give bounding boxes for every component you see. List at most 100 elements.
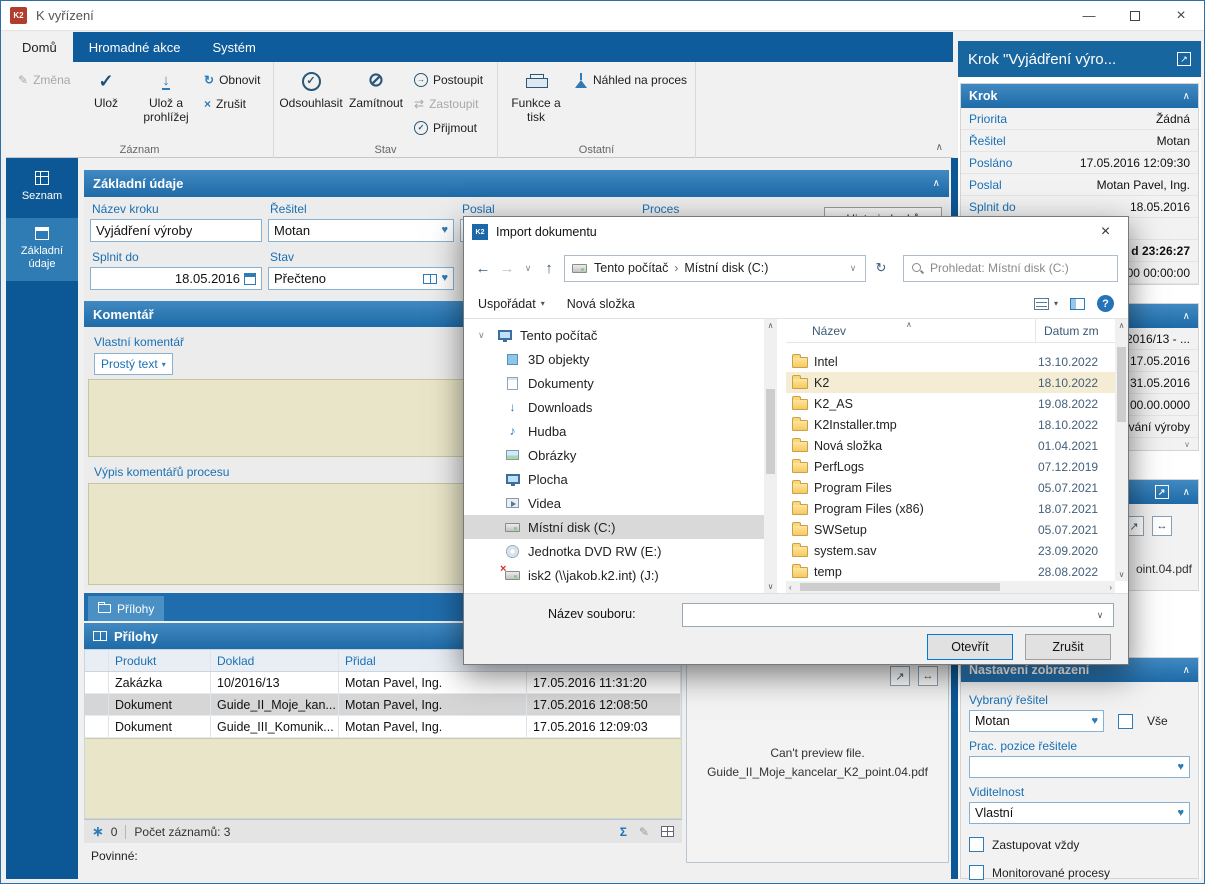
file-list-scrollbar[interactable]: ∧ ∨: [1115, 319, 1128, 581]
scroll-up-icon[interactable]: ∧: [764, 321, 777, 330]
ribbon-collapse-chevron[interactable]: ∧: [936, 142, 943, 153]
postoupit-button[interactable]: → Postoupit: [414, 70, 483, 90]
tree-item-3d-objects[interactable]: 3D objekty: [464, 347, 764, 371]
collapse-chevron-icon[interactable]: ∧: [1183, 91, 1190, 102]
fit-width-button[interactable]: ↔: [1152, 516, 1172, 536]
file-row[interactable]: temp28.08.2022: [786, 561, 1115, 581]
prijmout-button[interactable]: ✓ Přijmout: [414, 118, 477, 138]
refresh-button[interactable]: ↻: [872, 260, 890, 276]
tab-prilohy[interactable]: Přílohy: [88, 596, 164, 621]
maximize-button[interactable]: [1112, 1, 1158, 30]
file-row[interactable]: Intel13.10.2022: [786, 351, 1115, 372]
scroll-down-icon[interactable]: ∨: [1115, 570, 1128, 579]
view-mode-button[interactable]: ▾: [1034, 298, 1058, 310]
tree-item-network-drive[interactable]: isk2 (\\jakob.k2.int) (J:): [464, 563, 764, 587]
attachment-row-selected[interactable]: Dokument Guide_II_Moje_kan... Motan Pave…: [85, 694, 681, 716]
sidebar-item-zakladni-udaje[interactable]: Základní údaje: [6, 218, 78, 280]
lookup-icon[interactable]: ♥: [441, 225, 448, 236]
splnit-do-field[interactable]: 18.05.2016: [90, 267, 262, 290]
zmena-button[interactable]: ✎ Změna: [18, 70, 70, 90]
combo-dropdown-icon[interactable]: ∨: [1091, 610, 1109, 621]
prac-pozice-select[interactable]: ♥: [969, 756, 1190, 778]
sidebar-item-seznam[interactable]: Seznam: [6, 162, 78, 212]
fit-width-button[interactable]: ↔: [918, 666, 938, 686]
attachment-row[interactable]: Zakázka 10/2016/13 Motan Pavel, Ing. 17.…: [85, 672, 681, 694]
column-date-modified[interactable]: Datum zm: [1036, 319, 1115, 342]
attachment-row[interactable]: Dokument Guide_III_Komunik... Motan Pave…: [85, 716, 681, 738]
zamitnout-button[interactable]: ⊘ Zamítnout: [344, 64, 408, 111]
collapse-chevron-icon[interactable]: ∧: [933, 178, 940, 189]
zastoupit-button[interactable]: ⇄ Zastoupit: [414, 94, 478, 114]
undock-icon[interactable]: ↗: [1155, 485, 1169, 499]
breadcrumb-current[interactable]: Místní disk (C:): [684, 261, 768, 275]
tree-item-dvd-drive[interactable]: Jednotka DVD RW (E:): [464, 539, 764, 563]
tab-hromadne-akce[interactable]: Hromadné akce: [73, 32, 197, 62]
column-doklad[interactable]: Doklad: [211, 650, 339, 671]
scrollbar-thumb[interactable]: [1117, 347, 1126, 422]
tree-item-documents[interactable]: Dokumenty: [464, 371, 764, 395]
basic-data-header[interactable]: Základní údaje ∧: [84, 170, 949, 197]
breadcrumb-dropdown-icon[interactable]: ∨: [847, 263, 859, 274]
comment-format-dropdown[interactable]: Prostý text ▾: [94, 353, 173, 375]
lookup-icon[interactable]: ♥: [1177, 762, 1184, 773]
scroll-up-icon[interactable]: ∧: [1115, 321, 1128, 330]
collapse-chevron-icon[interactable]: ∧: [1183, 487, 1190, 498]
collapse-chevron-icon[interactable]: ∧: [1183, 665, 1190, 676]
breadcrumb[interactable]: Tento počítač › Místní disk (C:) ∨: [564, 255, 866, 282]
uloz-a-prohlizej-button[interactable]: ↓ Ulož a prohlížej: [132, 64, 200, 125]
breadcrumb-root[interactable]: Tento počítač: [594, 261, 668, 275]
filter-asterisk-icon[interactable]: ∗: [92, 823, 104, 840]
tree-item-videos[interactable]: Videa: [464, 491, 764, 515]
tab-system[interactable]: Systém: [196, 32, 271, 62]
stav-field[interactable]: Přečteno ♥: [268, 267, 454, 290]
scroll-down-icon[interactable]: ∨: [764, 582, 777, 591]
file-list-horizontal-scrollbar[interactable]: ‹ ›: [786, 581, 1115, 593]
back-button[interactable]: ←: [474, 260, 492, 277]
scroll-right-icon[interactable]: ›: [1109, 581, 1112, 593]
obnovit-button[interactable]: ↻ Obnovit: [204, 70, 260, 90]
edit-pencil-icon[interactable]: ✎: [639, 825, 649, 839]
open-in-window-button[interactable]: ↗: [890, 666, 910, 686]
file-row[interactable]: Program Files (x86)18.07.2021: [786, 498, 1115, 519]
tree-scrollbar[interactable]: ∧ ∨: [764, 319, 777, 593]
collapse-chevron-icon[interactable]: ∧: [1183, 311, 1190, 322]
nahled-na-proces-button[interactable]: Náhled na proces: [574, 70, 687, 90]
calendar-icon[interactable]: [244, 273, 256, 285]
zrusit-button[interactable]: × Zrušit: [204, 94, 246, 114]
column-name[interactable]: ∧ Název: [786, 319, 1036, 342]
undock-icon[interactable]: ↗: [1177, 52, 1191, 66]
new-folder-button[interactable]: Nová složka: [567, 297, 635, 311]
tree-item-desktop[interactable]: Plocha: [464, 467, 764, 491]
file-row[interactable]: PerfLogs07.12.2019: [786, 456, 1115, 477]
vse-checkbox[interactable]: [1118, 714, 1133, 729]
tree-item-pictures[interactable]: Obrázky: [464, 443, 764, 467]
scrollbar-thumb[interactable]: [766, 389, 775, 474]
filename-input[interactable]: ∨: [682, 603, 1114, 627]
organize-button[interactable]: Uspořádat ▾: [478, 297, 545, 311]
lookup-icon[interactable]: ♥: [1177, 808, 1184, 819]
expander-icon[interactable]: ∨: [478, 330, 489, 341]
file-row-selected[interactable]: K218.10.2022: [786, 372, 1115, 393]
search-box[interactable]: Prohledat: Místní disk (C:): [903, 255, 1118, 282]
dialog-close-button[interactable]: ×: [1083, 217, 1128, 247]
scrollbar-thumb[interactable]: [800, 583, 1000, 591]
column-produkt[interactable]: Produkt: [109, 650, 211, 671]
tree-item-local-disk-c[interactable]: Místní disk (C:): [464, 515, 764, 539]
sum-sigma-icon[interactable]: Σ: [620, 825, 627, 839]
lookup-icon[interactable]: ♥: [1091, 716, 1098, 727]
column-marker[interactable]: [85, 650, 109, 671]
odsouhlasit-button[interactable]: ✓ Odsouhlasit: [278, 64, 344, 111]
cancel-button[interactable]: Zrušit: [1025, 634, 1111, 660]
file-row[interactable]: K2_AS19.08.2022: [786, 393, 1115, 414]
file-row[interactable]: K2Installer.tmp18.10.2022: [786, 414, 1115, 435]
tree-item-downloads[interactable]: ↓ Downloads: [464, 395, 764, 419]
nazev-kroku-field[interactable]: Vyjádření výroby: [90, 219, 262, 242]
file-row[interactable]: system.sav23.09.2020: [786, 540, 1115, 561]
scroll-left-icon[interactable]: ‹: [789, 581, 792, 593]
lookup-icon[interactable]: ♥: [441, 273, 448, 284]
vybrany-resitel-select[interactable]: Motan ♥: [969, 710, 1104, 732]
uloz-button[interactable]: ✓ Ulož: [82, 64, 130, 111]
up-button[interactable]: ↑: [540, 260, 558, 277]
tab-domu[interactable]: Domů: [6, 32, 73, 62]
zastupovat-checkbox[interactable]: [969, 837, 984, 852]
